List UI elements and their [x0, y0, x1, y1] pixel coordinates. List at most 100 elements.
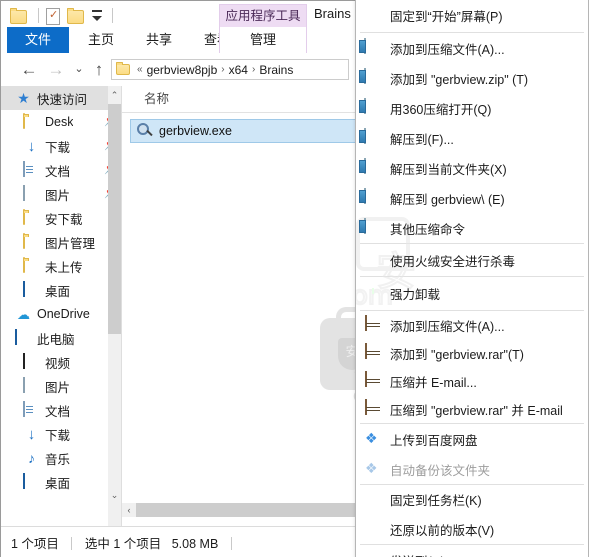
column-header-name[interactable]: 名称 [144, 86, 169, 112]
context-menu-list: 固定到“开始”屏幕(P) 添加到压缩文件(A)... 添加到 "gerbview.z… [356, 0, 588, 557]
nav-pane-item[interactable]: 此电脑 [1, 326, 121, 350]
navigation-pane: ★快速访问Desk📌↓下载📌文档📌图片📌安下载图片管理未上传桌面 ☁ OneDriv… [1, 86, 121, 526]
up-button[interactable]: ↑ [89, 60, 109, 80]
nav-pane-item-label: OneDrive [37, 307, 90, 321]
zip360-icon [364, 38, 382, 57]
tab-share[interactable]: 共享 [131, 27, 187, 53]
context-menu-item[interactable]: 固定到任务栏(K) [356, 485, 588, 514]
context-menu-item-label: 使用火绒安全进行杀毒 [390, 254, 516, 269]
nav-pane-item[interactable]: 视频 [1, 350, 121, 374]
context-menu-item[interactable]: 解压到 gerbview\ (E) [356, 183, 588, 213]
toolbar-divider [38, 8, 39, 23]
context-menu-item-label: 解压到(F)... [390, 132, 454, 147]
context-menu-item[interactable]: 添加到 "gerbview.zip" (T) [356, 63, 588, 93]
nav-pane-item-label: 下载 [45, 428, 71, 443]
context-menu-item[interactable]: 解压到(F)... [356, 123, 588, 153]
status-size: 5.08 MB [171, 536, 219, 551]
window-title: Brains [314, 6, 351, 21]
customize-dropdown-icon[interactable] [90, 6, 104, 26]
context-menu-item-label: 上传到百度网盘 [390, 433, 478, 448]
nav-scroll-down-arrow[interactable]: ⌄ [108, 486, 121, 504]
nav-pane-item[interactable]: 安下载 [1, 206, 121, 230]
nav-pane-item[interactable]: 图片管理 [1, 230, 121, 254]
folder-icon [23, 112, 40, 131]
nav-pane-item[interactable]: ☁ OneDrive [1, 302, 121, 326]
breadcrumb-sep-1: › [221, 64, 225, 75]
context-menu-item-label: 添加到 "gerbview.rar"(T) [390, 347, 524, 362]
context-menu-item[interactable]: 添加到 "gerbview.rar"(T) [356, 339, 588, 367]
nav-pane-item[interactable]: 文档📌 [1, 158, 121, 182]
star-pin-icon: ★ [17, 89, 30, 106]
desktop-icon [23, 280, 40, 299]
forward-button[interactable]: → [46, 60, 66, 80]
music-icon: ♪ [28, 449, 35, 466]
folder-icon [23, 256, 40, 275]
context-menu-item[interactable]: 添加到压缩文件(A)... [356, 33, 588, 63]
zip360-icon [364, 98, 382, 117]
nav-pane-item[interactable]: 未上传 [1, 254, 121, 278]
nav-pane-item[interactable]: 图片 [1, 374, 121, 398]
nav-pane-item[interactable]: ★ 快速访问 [1, 86, 121, 110]
context-menu-item[interactable]: 添加到压缩文件(A)... [356, 311, 588, 339]
back-button[interactable]: ← [19, 60, 39, 80]
context-menu-item[interactable]: 还原以前的版本(V) [356, 514, 588, 544]
context-menu-item[interactable]: 发送到(N) [356, 545, 588, 557]
download-icon: ↓ [27, 137, 36, 155]
context-menu-item[interactable]: 用360压缩打开(Q) [356, 93, 588, 123]
context-menu-item-label: 还原以前的版本(V) [390, 523, 495, 538]
baidu-cloud-icon: ❖ [365, 430, 378, 446]
nav-pane-item[interactable]: 文档 [1, 398, 121, 422]
folder-icon[interactable] [10, 6, 30, 26]
nav-scroll-up-arrow[interactable]: ⌃ [108, 86, 121, 104]
context-menu-item-label: 解压到当前文件夹(X) [390, 162, 507, 177]
context-menu-item-label: 固定到“开始”屏幕(P) [390, 9, 503, 24]
properties-icon[interactable] [44, 6, 64, 26]
breadcrumb-item-1[interactable]: gerbview8pjb [146, 63, 219, 77]
nav-pane-item[interactable]: 桌面 [1, 278, 121, 302]
context-menu-item[interactable]: 使用火绒安全进行杀毒 [356, 244, 588, 276]
context-menu-item-label: 其他压缩命令 [390, 222, 466, 237]
context-menu-item[interactable]: 压缩到 "gerbview.rar" 并 E-mail [356, 395, 588, 423]
nav-pane-item[interactable]: 图片📌 [1, 182, 121, 206]
download-icon: ↓ [27, 425, 36, 443]
recent-locations-button[interactable]: ⌄ [69, 60, 89, 80]
menu-icon-placeholder [364, 520, 382, 538]
nav-pane-item[interactable]: Desk📌 [1, 110, 121, 134]
context-menu-item[interactable]: 其他压缩命令 [356, 213, 588, 243]
zip360-icon [364, 68, 382, 87]
video-icon [23, 352, 40, 371]
breadcrumb-overflow[interactable]: « [137, 64, 143, 75]
nav-pane-item-label: 图片 [45, 188, 71, 203]
tab-home[interactable]: 主页 [73, 27, 129, 53]
context-menu-item[interactable]: ❖ 上传到百度网盘 [356, 424, 588, 454]
cloud-icon: ☁ [17, 306, 30, 322]
breadcrumb-item-2[interactable]: x64 [228, 63, 249, 77]
huorong-flame-icon [364, 251, 382, 269]
nav-pane-item-label: 未上传 [45, 260, 83, 275]
nav-pane-scrollbar-thumb[interactable] [108, 104, 121, 334]
context-menu-item[interactable]: 解压到当前文件夹(X) [356, 153, 588, 183]
context-menu-item[interactable]: 压缩并 E-mail... [356, 367, 588, 395]
new-folder-icon[interactable] [67, 6, 87, 26]
hscroll-left-arrow[interactable]: ‹ [122, 503, 136, 517]
context-menu-item: ❖ 自动备份该文件夹 [356, 454, 588, 484]
nav-pane-item[interactable]: ↓下载📌 [1, 134, 121, 158]
nav-pane-item[interactable]: ↓ 下载 [1, 422, 121, 446]
menu-icon-placeholder [364, 552, 382, 557]
nav-pane-item[interactable]: ♪ 音乐 [1, 446, 121, 470]
nav-pane-item[interactable]: 桌面 [1, 470, 121, 494]
address-bar[interactable]: « gerbview8pjb › x64 › Brains [111, 59, 349, 80]
nav-pane-item-label: 图片 [45, 380, 71, 395]
nav-pane-item-label: 桌面 [45, 284, 71, 299]
winrar-icon [364, 399, 382, 418]
contextual-tool-title: 应用程序工具 [219, 4, 307, 27]
context-menu-item[interactable]: 强力卸载 [356, 277, 588, 310]
context-menu-item-label: 自动备份该文件夹 [390, 463, 491, 478]
context-menu-item-label: 压缩并 E-mail... [390, 375, 477, 390]
context-menu-item[interactable]: 固定到“开始”屏幕(P) [356, 0, 588, 32]
breadcrumb-item-3[interactable]: Brains [258, 63, 294, 77]
file-name-label: gerbview.exe [159, 124, 232, 138]
uninstall-green-icon [364, 285, 382, 303]
tab-manage[interactable]: 管理 [219, 27, 307, 53]
tab-file[interactable]: 文件 [7, 27, 69, 53]
